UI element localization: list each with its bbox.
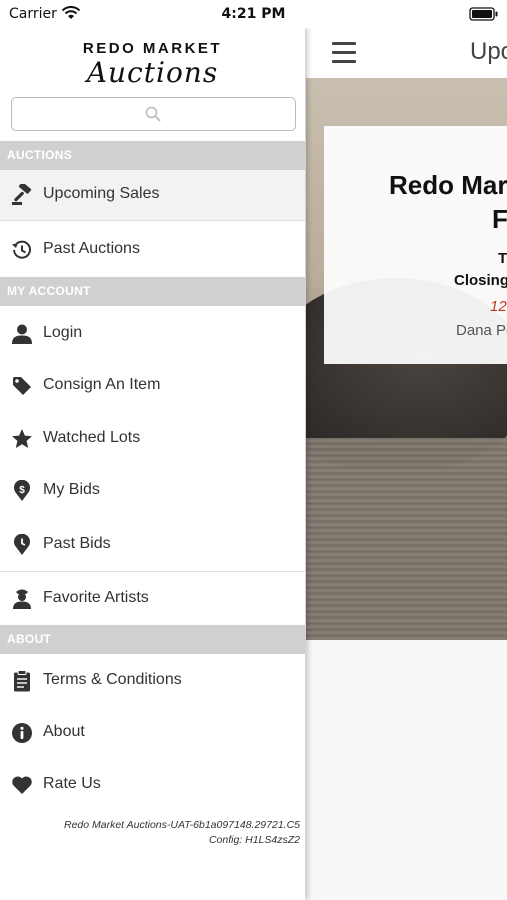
menu-item-label: About — [43, 723, 85, 740]
auction-card-line: T — [498, 250, 507, 267]
logo-wordmark: REDO MARKET — [82, 40, 223, 57]
clock-pin-icon — [14, 534, 30, 555]
logo-script: Auctions — [86, 56, 219, 89]
build-version: Redo Market Auctions-UAT-6b1a097148.2972… — [63, 819, 300, 831]
search-input[interactable] — [11, 97, 296, 131]
menu-item-past-bids[interactable]: Past Bids — [0, 520, 305, 570]
artist-icon — [13, 589, 31, 609]
tag-icon — [13, 377, 31, 395]
section-about: ABOUT — [0, 625, 305, 654]
history-icon — [12, 240, 31, 259]
divider — [0, 220, 305, 221]
divider — [0, 571, 305, 572]
menu-item-label: Upcoming Sales — [43, 185, 160, 202]
hero-image[interactable]: Redo Mar F T Closing 12 Dana Pe — [306, 78, 507, 640]
gavel-icon — [12, 184, 32, 205]
status-time: 4:21 PM — [221, 6, 286, 22]
top-bar: Upo — [306, 28, 507, 78]
auction-card-name: Dana Pe — [456, 322, 507, 339]
svg-text:$: $ — [19, 485, 25, 496]
menu-item-label: Watched Lots — [43, 429, 141, 446]
section-auctions-label: AUCTIONS — [7, 148, 73, 162]
auction-card-title: Redo Mar — [389, 170, 507, 200]
main-lower-area — [306, 640, 507, 900]
menu-item-past-auctions[interactable]: Past Auctions — [0, 225, 305, 275]
menu-item-label: Past Bids — [43, 535, 111, 552]
page-title: Upo — [470, 38, 507, 65]
menu-item-my-bids[interactable]: $ My Bids — [0, 466, 305, 516]
auction-card[interactable]: Redo Mar F T Closing 12 Dana Pe — [324, 126, 507, 364]
menu-item-favorite-artists[interactable]: Favorite Artists — [0, 574, 305, 624]
user-icon — [12, 324, 32, 344]
battery-icon — [469, 7, 498, 21]
hamburger-icon[interactable] — [332, 42, 356, 64]
menu-item-label: Login — [43, 324, 83, 341]
info-icon — [12, 723, 32, 743]
clipboard-icon — [14, 670, 30, 692]
section-my-account-label: MY ACCOUNT — [7, 284, 91, 298]
main-content: Upo Redo Mar F T Closing 12 Dana Pe — [306, 28, 507, 900]
build-info: Redo Market Auctions-UAT-6b1a097148.2972… — [64, 818, 300, 848]
menu-item-label: Past Auctions — [43, 240, 140, 257]
hero-water — [306, 438, 507, 640]
section-auctions: AUCTIONS — [0, 141, 305, 170]
menu-item-about[interactable]: About — [0, 708, 305, 758]
menu-item-label: My Bids — [43, 481, 100, 498]
menu-item-consign[interactable]: Consign An Item — [0, 361, 305, 411]
auction-card-date: 12 — [490, 298, 507, 315]
star-icon — [12, 429, 32, 448]
section-my-account: MY ACCOUNT — [0, 277, 305, 306]
auction-card-title-line2: F — [492, 204, 507, 234]
menu-item-label: Favorite Artists — [43, 589, 149, 606]
menu-item-rate-us[interactable]: Rate Us — [0, 760, 305, 810]
menu-item-label: Consign An Item — [43, 376, 161, 393]
auction-card-closing: Closing — [454, 272, 507, 289]
build-config: Config: H1LS4zsZ2 — [208, 834, 300, 846]
section-about-label: ABOUT — [7, 632, 52, 646]
menu-item-label: Rate Us — [43, 775, 101, 792]
dollar-pin-icon: $ — [14, 480, 30, 501]
status-bar: Carrier 4:21 PM — [0, 0, 507, 28]
menu-item-label: Terms & Conditions — [43, 671, 182, 688]
menu-item-terms[interactable]: Terms & Conditions — [0, 656, 305, 706]
side-drawer: REDO MARKET Auctions AUCTIONS Upcoming S… — [0, 28, 305, 900]
menu-item-upcoming-sales[interactable]: Upcoming Sales — [0, 170, 305, 220]
heart-icon — [12, 776, 32, 794]
search-icon — [145, 106, 161, 122]
menu-item-login[interactable]: Login — [0, 309, 305, 359]
menu-item-watched-lots[interactable]: Watched Lots — [0, 414, 305, 464]
